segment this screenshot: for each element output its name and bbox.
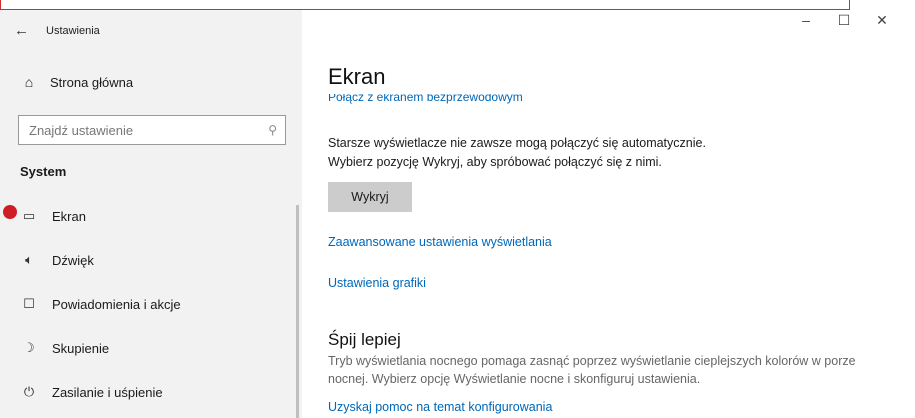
window-controls: – ☐ ✕ [787,12,901,29]
info-line-1: Starsze wyświetlacze nie zawsze mogą poł… [328,136,706,150]
sidebar-item-display[interactable]: ▭ Ekran [20,208,86,224]
sidebar-item-label: Powiadomienia i akcje [52,296,181,312]
sidebar-scrollbar[interactable] [296,205,299,418]
search-box[interactable]: ⚲ [18,115,286,145]
speaker-icon: 🔈︎ [25,252,33,267]
help-link[interactable]: Uzyskaj pomoc na temat konfigurowania [328,400,552,414]
sleep-better-heading: Śpij lepiej [328,330,401,349]
close-button[interactable]: ✕ [863,12,901,29]
detect-button[interactable]: Wykryj [328,182,412,212]
graphics-settings-link[interactable]: Ustawienia grafiki [328,276,426,290]
sidebar-item-label: Strona główna [50,74,134,90]
sidebar-item-power[interactable]: ⏻ Zasilanie i uśpienie [20,384,163,400]
search-icon[interactable]: ⚲ [268,123,277,137]
back-arrow-icon[interactable]: ← [14,22,34,39]
minimize-button[interactable]: – [787,12,825,29]
annotation-frame [0,0,850,10]
app-title: Ustawienia [46,24,100,37]
sidebar-item-label: Skupienie [52,340,110,356]
home-icon: ⌂ [24,74,34,90]
wireless-display-link[interactable]: Połącz z ekranem bezprzewodowym [328,94,523,106]
section-label: System [20,164,67,179]
notifications-icon: ☐ [23,296,35,311]
page-title: Ekran [328,64,386,89]
focus-assist-icon: ☽ [23,340,35,355]
info-line-2: Wybierz pozycję Wykryj, aby spróbować po… [328,155,662,169]
night-light-description: Tryb wyświetlania nocnego pomaga zasnąć … [328,354,856,386]
search-input[interactable] [27,121,269,139]
sidebar-item-focus[interactable]: ☽ Skupienie [20,340,109,356]
sidebar: ← Ustawienia ⌂ Strona główna ⚲ System ▭ … [0,10,302,418]
power-icon: ⏻ [23,384,35,399]
sidebar-item-label: Ekran [52,208,86,224]
titlebar-left: ← Ustawienia [14,22,100,39]
sidebar-item-home[interactable]: ⌂ Strona główna [20,74,133,90]
sidebar-item-sound[interactable]: 🔈︎ Dźwięk [20,252,94,268]
selection-marker [3,205,17,219]
sidebar-item-notifications[interactable]: ☐ Powiadomienia i akcje [20,296,181,312]
monitor-icon: ▭ [22,208,36,223]
sidebar-item-label: Dźwięk [52,252,94,268]
wireless-display-link-label: Połącz z ekranem bezprzewodowym [328,94,523,104]
maximize-button[interactable]: ☐ [825,12,863,29]
sidebar-item-label: Zasilanie i uśpienie [52,384,163,400]
advanced-display-settings-link[interactable]: Zaawansowane ustawienia wyświetlania [328,235,552,249]
